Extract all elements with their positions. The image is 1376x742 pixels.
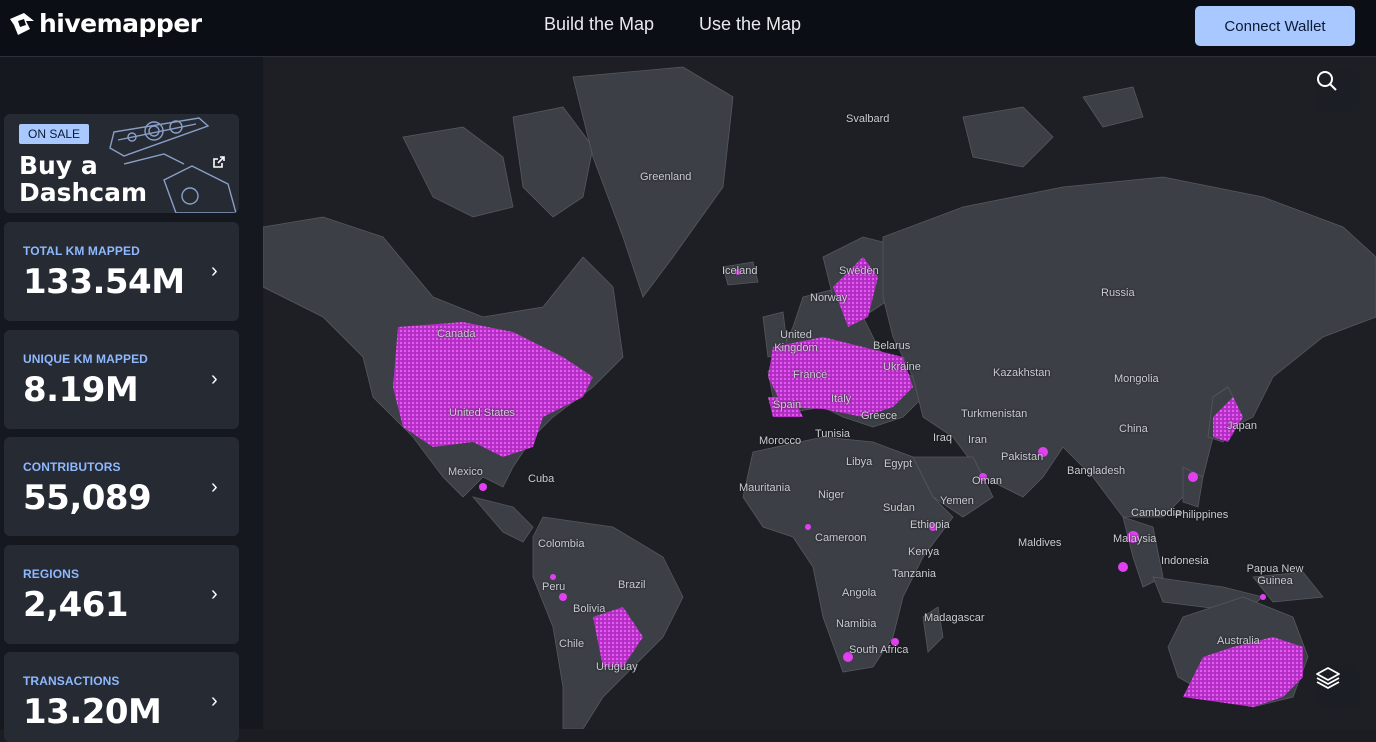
map-layers-button[interactable] [1315, 665, 1359, 709]
map-label: France [793, 369, 828, 381]
map-label: Svalbard [846, 113, 890, 125]
map-label: Sweden [839, 265, 879, 277]
map-label: Iraq [933, 432, 952, 444]
map-label: Cuba [528, 473, 555, 485]
logo-text: hivemapper [39, 9, 202, 38]
map-label: Norway [810, 292, 848, 304]
stat-label: CONTRIBUTORS [23, 460, 121, 474]
stat-card-regions[interactable]: REGIONS 2,461 › [4, 545, 239, 644]
map-label: Colombia [538, 538, 585, 550]
map-label: Sudan [883, 502, 915, 514]
map-search-button[interactable] [1315, 69, 1359, 113]
map-label: South Africa [849, 644, 909, 656]
stat-label: TOTAL KM MAPPED [23, 244, 140, 258]
map-label: Namibia [836, 618, 877, 630]
nav-build-the-map[interactable]: Build the Map [544, 14, 654, 35]
map-label: Greece [861, 410, 898, 422]
map-label: Greenland [640, 171, 692, 183]
map-label: Yemen [940, 495, 974, 507]
map-label: Tunisia [815, 428, 851, 440]
map-label: Iceland [722, 265, 758, 277]
map-label: Indonesia [1161, 555, 1209, 567]
map-label: Japan [1227, 420, 1257, 432]
map-label: Uruguay [596, 661, 638, 673]
map-label: China [1119, 423, 1148, 435]
map-label: Mauritania [739, 482, 791, 494]
map-label: Brazil [618, 579, 646, 591]
map-label: Chile [559, 638, 585, 650]
buy-dashcam-card[interactable]: ON SALE Buy a Dashcam [4, 114, 239, 213]
map-label: Kazakhstan [993, 367, 1051, 379]
map-label: Kenya [908, 546, 940, 558]
stat-label: TRANSACTIONS [23, 674, 120, 688]
map-label: Russia [1101, 287, 1135, 299]
map-label: Morocco [759, 435, 802, 447]
hivemapper-logo-icon [10, 12, 34, 35]
map-label: Egypt [884, 458, 913, 470]
map-label: Australia [1217, 635, 1260, 647]
coverage-map[interactable]: Svalbard Greenland Iceland Sweden Norway… [263, 57, 1376, 729]
map-label: Angola [842, 587, 877, 599]
map-label: Pakistan [1001, 451, 1044, 463]
map-label: Turkmenistan [961, 408, 1028, 420]
map-label: United States [449, 407, 516, 419]
map-label: Ukraine [883, 361, 921, 373]
map-label: Mongolia [1114, 373, 1159, 385]
map-label: Spain [773, 399, 802, 411]
map-label: Bangladesh [1067, 465, 1126, 477]
stat-label: UNIQUE KM MAPPED [23, 352, 148, 366]
map-label: Canada [437, 328, 476, 340]
connect-wallet-button[interactable]: Connect Wallet [1195, 6, 1355, 46]
map-label: Iran [968, 434, 987, 446]
stat-card-contributors[interactable]: CONTRIBUTORS 55,089 › [4, 437, 239, 536]
nav-use-the-map[interactable]: Use the Map [699, 14, 801, 35]
stat-card-unique-km[interactable]: UNIQUE KM MAPPED 8.19M › [4, 330, 239, 429]
map-label: Libya [846, 456, 873, 468]
stats-sidebar: ON SALE Buy a Dashcam TOTAL KM MAPPED 13… [0, 57, 263, 742]
map-label: Bolivia [573, 603, 606, 615]
map-label: Papua New Guinea [1246, 563, 1304, 587]
chevron-right-icon: › [211, 368, 218, 390]
hivemapper-logo[interactable]: hivemapper [8, 9, 202, 38]
world-map-canvas [263, 66, 1376, 729]
stat-value: 55,089 [23, 478, 152, 518]
map-label: Niger [818, 489, 845, 501]
map-label: Philippines [1175, 509, 1229, 521]
stat-value: 13.20M [23, 692, 162, 732]
map-label: Maldives [1018, 537, 1062, 549]
stat-card-total-km[interactable]: TOTAL KM MAPPED 133.54M › [4, 222, 239, 321]
top-navigation: hivemapper Build the Map Use the Map Con… [0, 0, 1376, 57]
search-icon [1317, 71, 1337, 91]
layers-icon [1316, 667, 1340, 689]
map-label: Peru [542, 581, 566, 593]
map-label: Belarus [873, 340, 911, 352]
stat-value: 8.19M [23, 370, 139, 410]
map-label: Cambodia [1131, 507, 1182, 519]
chevron-right-icon: › [211, 476, 218, 498]
stat-value: 133.54M [23, 262, 185, 302]
chevron-right-icon: › [211, 690, 218, 712]
map-label: Italy [831, 393, 852, 405]
chevron-right-icon: › [211, 260, 218, 282]
promo-title: Buy a Dashcam [19, 151, 148, 207]
map-label: Madagascar [924, 612, 985, 624]
map-label: Malaysia [1113, 533, 1157, 545]
map-label: Oman [972, 475, 1002, 487]
map-label: Mexico [448, 466, 483, 478]
stat-value: 2,461 [23, 585, 129, 625]
stat-label: REGIONS [23, 567, 80, 581]
external-link-icon [213, 156, 225, 168]
chevron-right-icon: › [211, 583, 218, 605]
map-label: United Kingdom [774, 329, 818, 354]
map-label: Ethiopia [910, 519, 950, 531]
map-label: Tanzania [892, 568, 937, 580]
on-sale-badge: ON SALE [19, 124, 90, 144]
map-label: Cameroon [815, 532, 867, 544]
